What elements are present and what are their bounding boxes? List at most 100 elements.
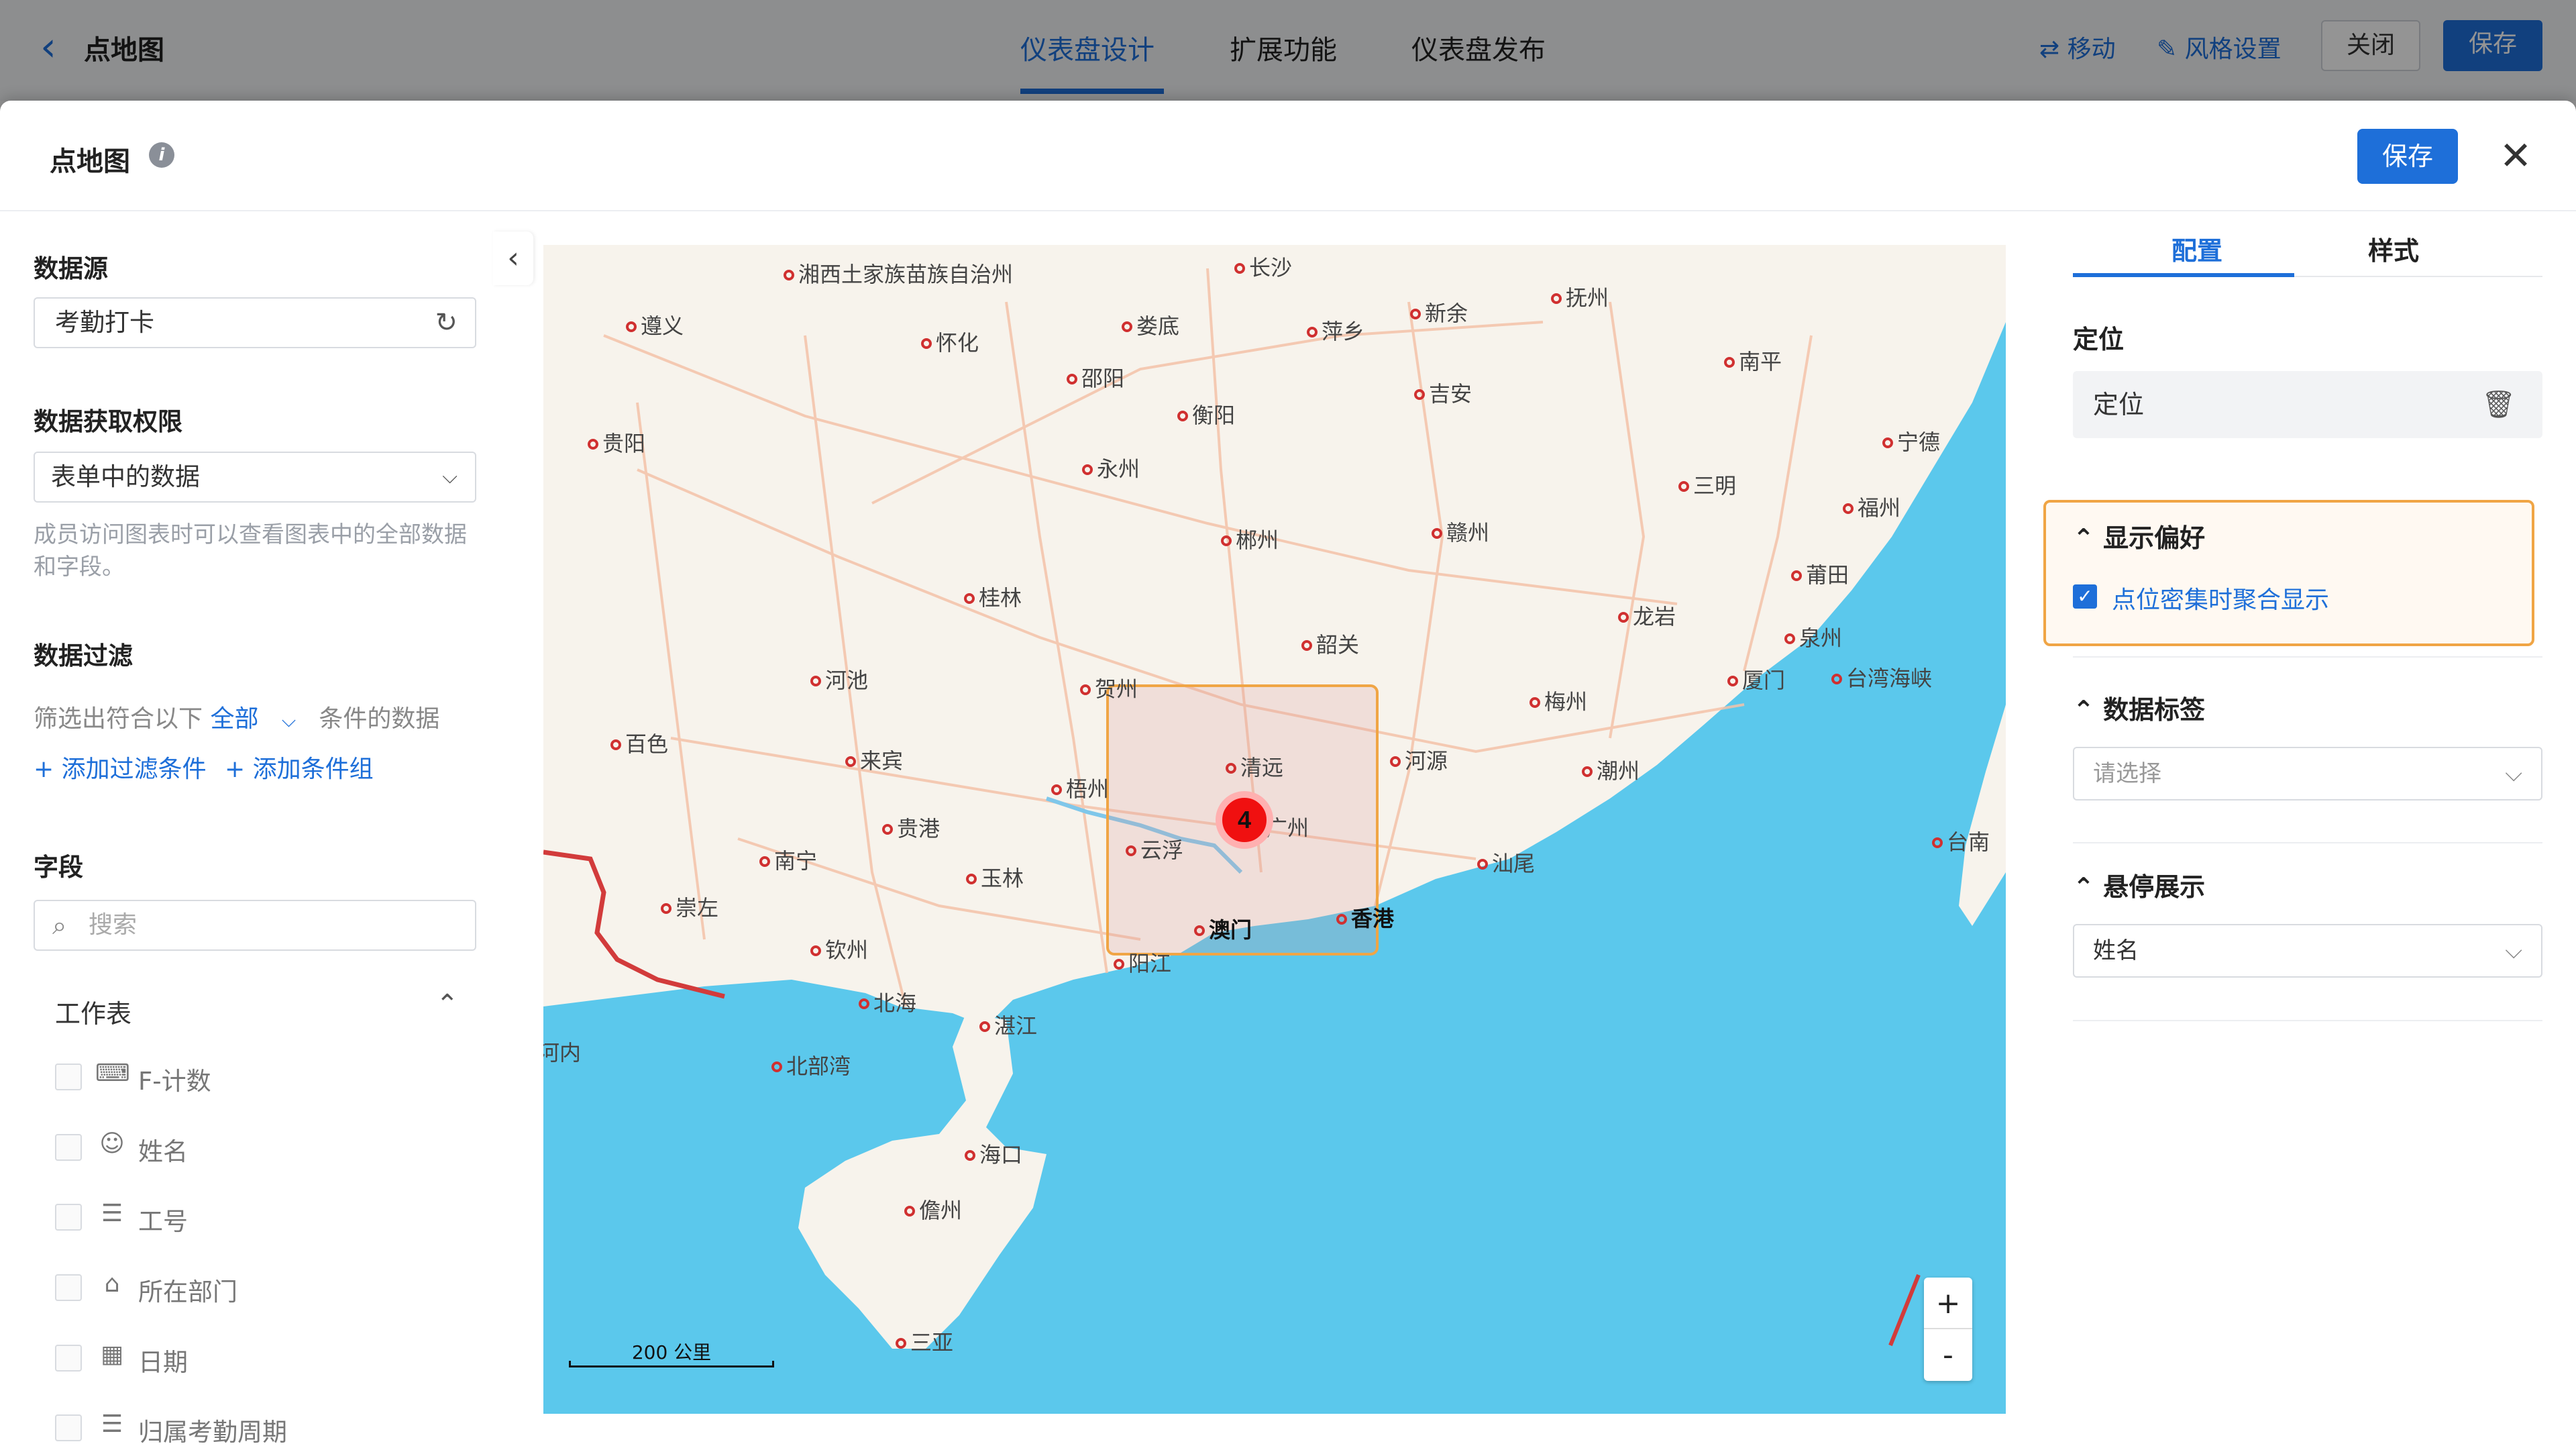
map-place-label: 抚州 <box>1551 286 1609 310</box>
worksheet-group-label[interactable]: 工作表 <box>55 993 131 1030</box>
zoom-in-button[interactable]: + <box>1924 1278 1972 1329</box>
city-name: 龙岩 <box>1633 605 1676 629</box>
plus-icon: + <box>34 756 62 783</box>
city-name: 澳门 <box>1209 918 1252 942</box>
add-group-label: 添加条件组 <box>252 756 374 783</box>
field-checkbox[interactable] <box>55 1134 82 1161</box>
city-dot <box>610 739 621 750</box>
city-name: 厦门 <box>1742 668 1785 692</box>
city-dot <box>1551 293 1562 304</box>
city-dot <box>1114 959 1124 970</box>
city-name: 娄底 <box>1136 314 1179 338</box>
permission-select[interactable]: 表单中的数据 ⌵ <box>34 452 476 503</box>
search-icon: ⌕ <box>52 911 67 940</box>
city-name: 长沙 <box>1249 256 1292 280</box>
city-name: 萍乡 <box>1322 319 1364 344</box>
field-checkbox[interactable] <box>55 1274 82 1301</box>
map-place-label: 百色 <box>610 732 668 756</box>
field-checkbox[interactable] <box>55 1414 82 1441</box>
modal-title: 点地图 <box>50 146 130 177</box>
map-place-label: 河源 <box>1390 749 1448 773</box>
city-dot <box>759 856 770 867</box>
map-place-label: 贺州 <box>1080 677 1138 701</box>
city-dot <box>882 824 893 835</box>
modal-close-icon[interactable]: ✕ <box>2496 136 2536 176</box>
field-item[interactable]: ⌨ F-计数 <box>55 1057 484 1097</box>
chevron-up-icon[interactable]: ⌃ <box>436 989 459 1020</box>
tab-config[interactable]: 配置 <box>2171 230 2222 267</box>
datasource-select[interactable]: 考勤打卡 ↻ <box>34 297 476 348</box>
city-name: 百色 <box>625 732 668 756</box>
city-dot <box>1122 321 1132 332</box>
map-place-label: 怀化 <box>921 331 979 355</box>
add-group-button[interactable]: + 添加条件组 <box>225 749 374 784</box>
scale-line <box>569 1361 774 1367</box>
city-dot <box>1618 612 1629 623</box>
trash-icon[interactable]: 🗑 <box>2481 371 2516 438</box>
zoom-out-button[interactable]: - <box>1924 1329 1972 1381</box>
department-icon: ⌂ <box>104 1270 120 1298</box>
filter-mode-value: 全部 <box>210 705 259 733</box>
field-item[interactable]: ☺ 姓名 <box>55 1127 484 1168</box>
collapse-panel-icon[interactable]: ‹ <box>493 231 533 285</box>
field-search-input[interactable]: ⌕ 搜索 <box>34 900 476 951</box>
city-dot <box>1727 676 1738 686</box>
field-checkbox[interactable] <box>55 1345 82 1372</box>
refresh-icon[interactable]: ↻ <box>435 299 458 347</box>
city-name: 汕尾 <box>1492 851 1535 876</box>
fields-title: 字段 <box>34 853 83 882</box>
city-name: 抚州 <box>1566 286 1609 310</box>
city-dot <box>588 439 598 450</box>
field-checkbox[interactable] <box>55 1064 82 1090</box>
city-name: 邵阳 <box>1081 366 1124 391</box>
display-preference-header[interactable]: ⌃ 显示偏好 <box>2073 517 2205 554</box>
field-item[interactable]: ☰ 归属考勤周期 <box>55 1408 484 1448</box>
map-place-label: 崇左 <box>661 896 718 920</box>
hover-display-select[interactable]: 姓名 ⌵ <box>2073 924 2542 978</box>
city-dot <box>1432 528 1442 539</box>
map-place-label: 永州 <box>1082 457 1140 481</box>
filter-mode-select[interactable]: 全部 ⌵ <box>210 705 296 733</box>
zoom-control: + - <box>1924 1278 1972 1381</box>
field-label: 姓名 <box>138 1137 188 1166</box>
city-dot <box>810 945 821 956</box>
city-name: 梅州 <box>1544 690 1587 714</box>
field-item[interactable]: ⌂ 所在部门 <box>55 1268 484 1308</box>
map-place-label: 湘西土家族苗族自治州 <box>784 262 1013 287</box>
info-icon[interactable]: i <box>149 142 174 168</box>
map-preview[interactable]: 湘西土家族苗族自治州 长沙 遵义 怀化 娄底 萍乡 新余 抚州 南平 邵阳 吉安 衡阳 贵阳 宁德 永州 三明… <box>543 245 2006 1414</box>
cluster-checkbox[interactable]: ✓ <box>2073 584 2097 609</box>
datasource-title: 数据源 <box>34 254 108 283</box>
city-dot <box>845 756 856 767</box>
chevron-down-icon: ⌵ <box>442 465 458 488</box>
field-checkbox[interactable] <box>55 1204 82 1231</box>
city-dot <box>1529 697 1540 708</box>
filter-condition-line: 筛选出符合以下 全部 ⌵ 条件的数据 <box>34 699 439 734</box>
city-name: 永州 <box>1097 457 1140 481</box>
field-label: 工号 <box>138 1207 188 1236</box>
chevron-down-icon: ⌵ <box>2505 760 2522 787</box>
city-name: 郴州 <box>1236 528 1279 552</box>
add-filter-button[interactable]: + 添加过滤条件 <box>34 749 207 784</box>
calendar-icon: ▦ <box>100 1341 123 1368</box>
map-canvas[interactable]: 湘西土家族苗族自治州 长沙遵义怀化 娄底 萍乡 新余 抚州南平邵阳吉安衡阳贵阳 宁德永州三明… <box>543 245 2006 1414</box>
city-dot <box>1414 389 1425 400</box>
data-label-header[interactable]: ⌃ 数据标签 <box>2073 689 2205 726</box>
city-name: 北部湾 <box>786 1054 851 1078</box>
map-place-label: 衡阳 <box>1177 403 1235 427</box>
field-item[interactable]: ☰ 工号 <box>55 1197 484 1237</box>
modal-save-button[interactable]: 保存 <box>2357 129 2458 184</box>
data-label-select[interactable]: 请选择 ⌵ <box>2073 747 2542 800</box>
city-dot <box>1307 327 1318 338</box>
field-item[interactable]: ▦ 日期 <box>55 1338 484 1378</box>
permission-value: 表单中的数据 <box>51 462 200 491</box>
hover-display-header[interactable]: ⌃ 悬停展示 <box>2073 866 2205 903</box>
map-place-label: 台湾海峡 <box>1831 666 1932 690</box>
tab-style[interactable]: 样式 <box>2368 230 2419 267</box>
cluster-checkbox-label[interactable]: 点位密集时聚合显示 <box>2112 580 2329 615</box>
display-preference-section: ⌃ 显示偏好 ✓ 点位密集时聚合显示 <box>2043 500 2534 646</box>
city-dot <box>784 270 794 280</box>
location-field-slot[interactable]: 定位 🗑 <box>2073 371 2542 438</box>
city-dot <box>1067 374 1077 384</box>
map-scale-bar: 200 公里 <box>569 1338 774 1372</box>
